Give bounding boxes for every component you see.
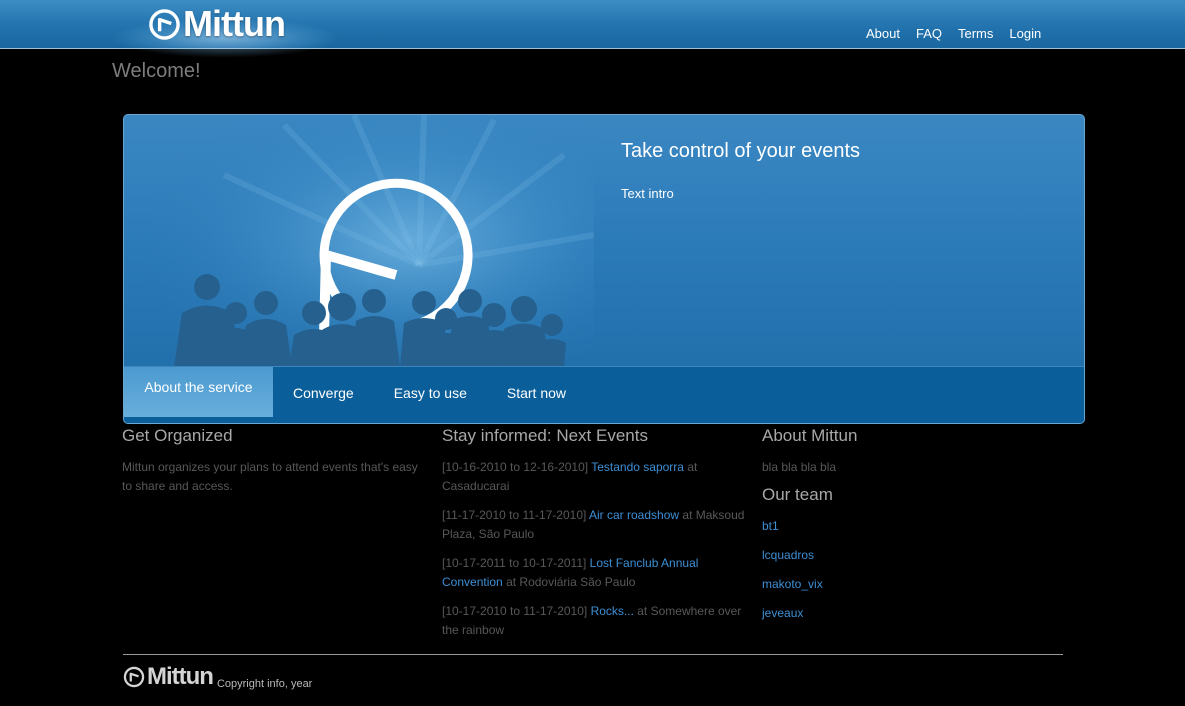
tab-start-now[interactable]: Start now xyxy=(487,369,586,417)
get-organized-heading: Get Organized xyxy=(122,426,233,445)
team-member-link[interactable]: bt1 xyxy=(762,519,779,533)
event-item: [10-16-2010 to 12-16-2010] Testando sapo… xyxy=(442,458,747,496)
site-footer: Mittun Copyright info, year xyxy=(123,664,312,690)
team-list: bt1 lcquadros makoto_vix jeveaux xyxy=(762,517,1062,623)
nav-terms[interactable]: Terms xyxy=(958,26,993,41)
logo-text: Mittun xyxy=(183,3,286,44)
next-events-section: Stay informed: Next Events [10-16-2010 t… xyxy=(442,426,744,650)
event-item: [11-17-2010 to 11-17-2010] Air car roads… xyxy=(442,506,747,544)
list-item: makoto_vix xyxy=(762,575,1062,594)
list-item: jeveaux xyxy=(762,604,1062,623)
list-item: lcquadros xyxy=(762,546,1062,565)
event-item: [10-17-2011 to 10-17-2011] Lost Fanclub … xyxy=(442,554,747,592)
site-logo[interactable]: Mittun xyxy=(148,3,286,44)
footer-logo-text: Mittun xyxy=(147,663,214,690)
about-mittun-text: bla bla bla bla xyxy=(762,460,837,474)
hero-tab-bar: About the service Converge Easy to use S… xyxy=(124,366,1084,423)
clock-logo-icon xyxy=(149,8,180,40)
event-dates: [10-17-2010 to 11-17-2010] xyxy=(442,604,588,618)
top-nav: About FAQ Terms Login xyxy=(866,26,1057,41)
event-location: at Rodoviária São Paulo xyxy=(506,575,636,589)
footer-logo[interactable]: Mittun xyxy=(123,663,214,690)
about-mittun-section: About Mittun bla bla bla bla Our team bt… xyxy=(762,426,1062,633)
event-item: [10-17-2010 to 11-17-2010] Rocks... at S… xyxy=(442,602,747,640)
welcome-heading: Welcome! xyxy=(112,60,201,82)
event-dates: [10-16-2010 to 12-16-2010] xyxy=(442,460,589,474)
event-link[interactable]: Testando saporra xyxy=(591,460,684,474)
tab-easy-to-use[interactable]: Easy to use xyxy=(374,369,487,417)
team-member-link[interactable]: jeveaux xyxy=(762,606,803,620)
hero-title: Take control of your events xyxy=(621,140,861,162)
event-link[interactable]: Air car roadshow xyxy=(589,508,679,522)
team-member-link[interactable]: makoto_vix xyxy=(762,577,823,591)
clock-logo-icon xyxy=(123,666,145,688)
event-dates: [11-17-2010 to 11-17-2010] xyxy=(442,508,587,522)
nav-faq[interactable]: FAQ xyxy=(916,26,942,41)
copyright-text: Copyright info, year xyxy=(216,678,313,690)
next-events-heading: Stay informed: Next Events xyxy=(442,426,648,445)
our-team-heading: Our team xyxy=(762,485,833,504)
nav-login[interactable]: Login xyxy=(1009,26,1041,41)
footer-divider xyxy=(123,654,1063,655)
site-header: Mittun About FAQ Terms Login xyxy=(0,0,1185,58)
tab-about-the-service[interactable]: About the service xyxy=(124,367,273,417)
hero-banner: Take control of your events Text intro A… xyxy=(123,114,1085,424)
list-item: bt1 xyxy=(762,517,1062,536)
nav-about[interactable]: About xyxy=(866,26,900,41)
get-organized-text: Mittun organizes your plans to attend ev… xyxy=(122,460,418,493)
hero-intro: Text intro xyxy=(621,186,674,201)
team-member-link[interactable]: lcquadros xyxy=(762,548,814,562)
event-link[interactable]: Rocks... xyxy=(591,604,634,618)
get-organized-section: Get Organized Mittun organizes your plan… xyxy=(122,426,422,496)
about-mittun-heading: About Mittun xyxy=(762,426,858,445)
crowd-illustration xyxy=(134,115,594,367)
tab-converge[interactable]: Converge xyxy=(273,369,374,417)
event-dates: [10-17-2011 to 10-17-2011] xyxy=(442,556,587,570)
